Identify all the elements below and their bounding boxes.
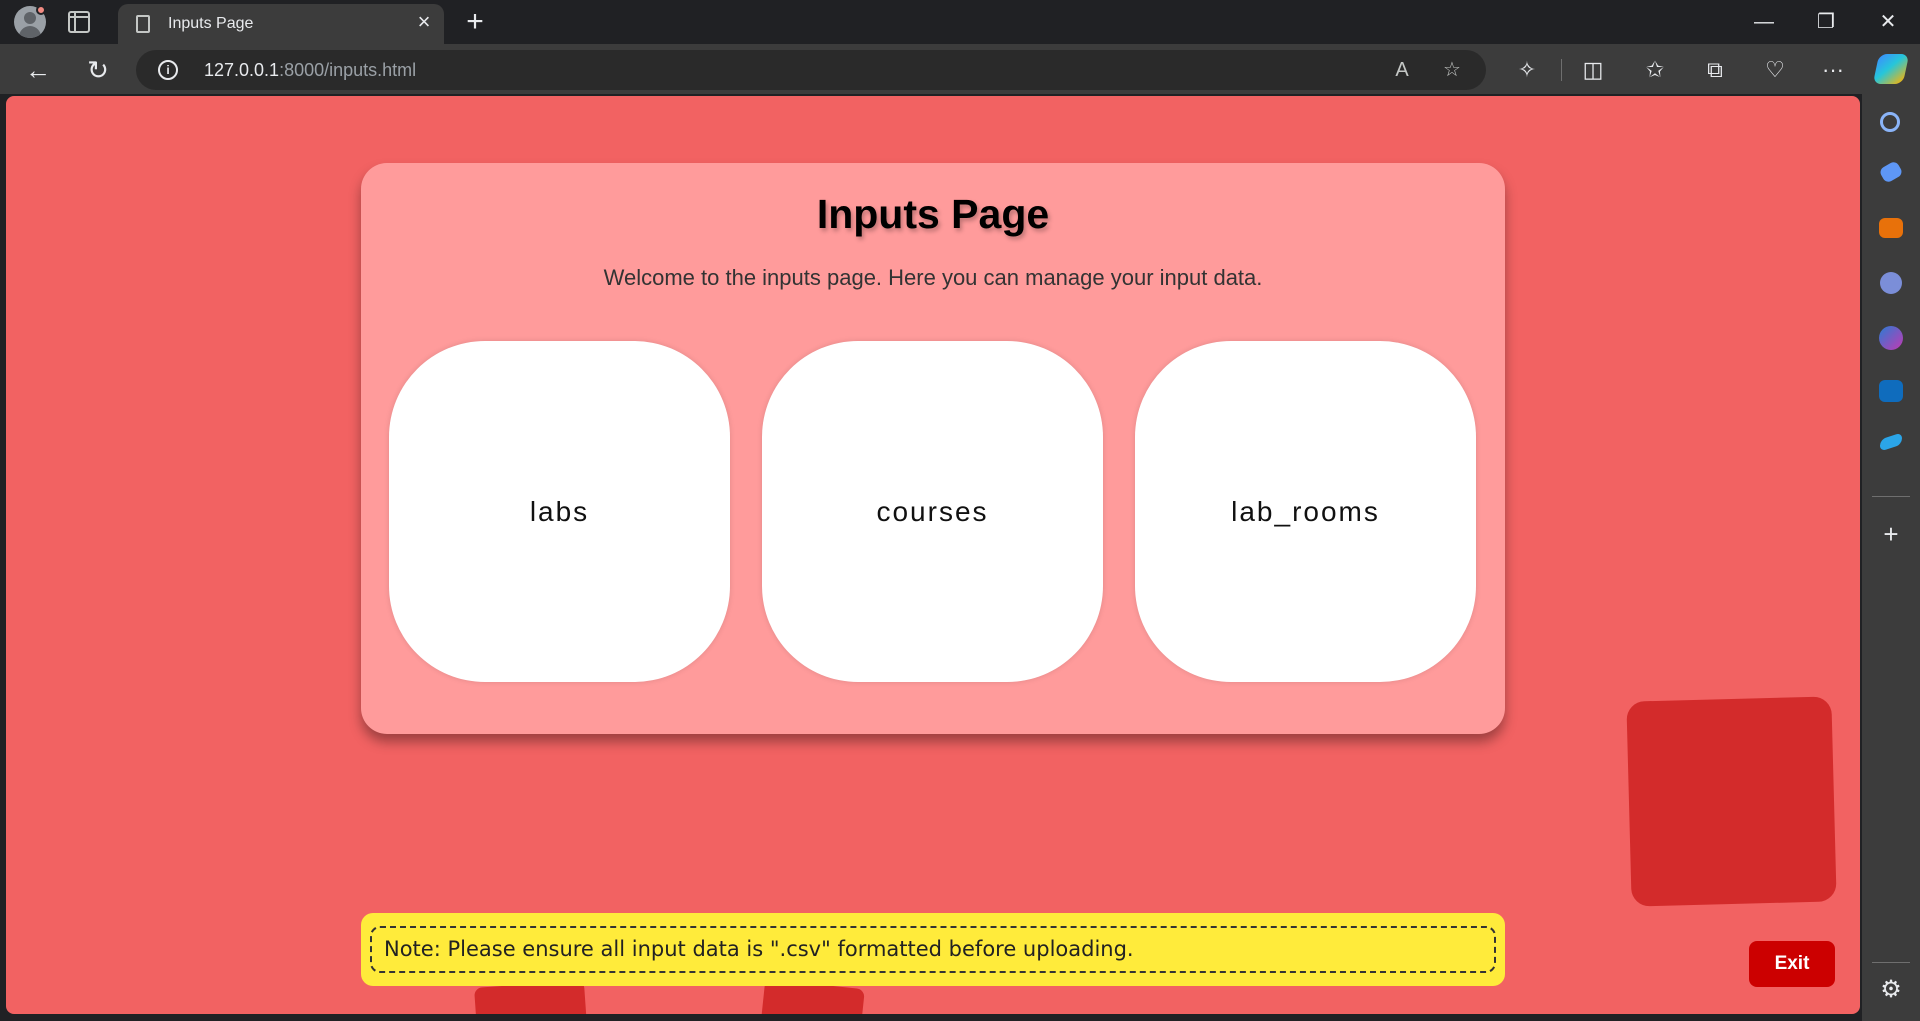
sidebar-divider <box>1872 496 1910 497</box>
url-host: 127.0.0.1 <box>204 60 280 80</box>
copilot-icon[interactable] <box>1872 54 1910 84</box>
close-window-icon[interactable]: ✕ <box>1866 8 1910 36</box>
briefcase-icon[interactable] <box>1879 218 1903 238</box>
welcome-text: Welcome to the inputs page. Here you can… <box>603 265 1263 290</box>
tab-title: Inputs Page <box>168 15 254 32</box>
add-icon[interactable]: + <box>1877 520 1905 548</box>
copilot-app-icon[interactable] <box>1879 326 1903 350</box>
inputs-card: Inputs Page Welcome to the inputs page. … <box>361 163 1505 734</box>
notification-dot <box>36 5 46 15</box>
address-bar[interactable]: i 127.0.0.1:8000/inputs.html A ☆ <box>136 50 1486 90</box>
tab-close-icon[interactable]: × <box>410 8 438 36</box>
new-tab-icon[interactable]: + <box>460 4 490 40</box>
minimize-icon[interactable]: — <box>1742 8 1786 36</box>
extensions-icon[interactable]: ✧ <box>1512 55 1542 85</box>
page-title: Inputs Page <box>816 191 1050 237</box>
csv-note: Note: Please ensure all input data is ".… <box>361 913 1505 986</box>
tile-lab-rooms[interactable]: lab_rooms <box>1135 341 1476 682</box>
edge-sidebar: + ⚙ <box>1862 94 1920 1021</box>
active-tab[interactable]: Inputs Page × <box>118 4 444 44</box>
search-icon[interactable] <box>1880 112 1900 132</box>
back-icon[interactable]: ← <box>20 52 56 88</box>
browser-toolbar: ← ↻ i 127.0.0.1:8000/inputs.html A ☆ ✧ ◫… <box>0 44 1920 94</box>
favorites-icon[interactable]: ✩ <box>1640 55 1670 85</box>
url-path: :8000/inputs.html <box>279 60 417 80</box>
page-viewport: Inputs Page Welcome to the inputs page. … <box>6 96 1860 1014</box>
read-aloud-icon[interactable]: A <box>1388 56 1416 84</box>
more-options-icon[interactable]: ··· <box>1818 55 1848 85</box>
toolbar-divider <box>1561 59 1562 81</box>
favorite-star-icon[interactable]: ☆ <box>1438 56 1466 84</box>
page-icon <box>136 15 150 33</box>
exit-button[interactable]: Exit <box>1749 941 1835 987</box>
split-screen-icon[interactable]: ◫ <box>1578 55 1608 85</box>
decorative-square <box>1626 696 1837 907</box>
people-icon[interactable] <box>1880 272 1902 294</box>
collections-icon[interactable]: ⧉ <box>1700 55 1730 85</box>
tile-courses[interactable]: courses <box>762 341 1103 682</box>
tag-icon[interactable] <box>1878 160 1904 184</box>
send-icon[interactable] <box>1880 432 1902 452</box>
tab-actions-icon[interactable] <box>68 11 90 33</box>
site-info-icon[interactable]: i <box>158 60 178 80</box>
url-text[interactable]: 127.0.0.1:8000/inputs.html <box>204 60 416 81</box>
note-text: Note: Please ensure all input data is ".… <box>370 926 1496 973</box>
restore-icon[interactable]: ❐ <box>1804 8 1848 36</box>
refresh-icon[interactable]: ↻ <box>80 52 116 88</box>
browser-essentials-icon[interactable]: ♡ <box>1760 55 1790 85</box>
tile-labs[interactable]: labs <box>389 341 730 682</box>
tab-bar: Inputs Page × + — ❐ ✕ <box>0 0 1920 44</box>
sidebar-divider-bottom <box>1872 962 1910 963</box>
settings-icon[interactable]: ⚙ <box>1877 976 1905 1004</box>
outlook-icon[interactable] <box>1879 380 1903 402</box>
